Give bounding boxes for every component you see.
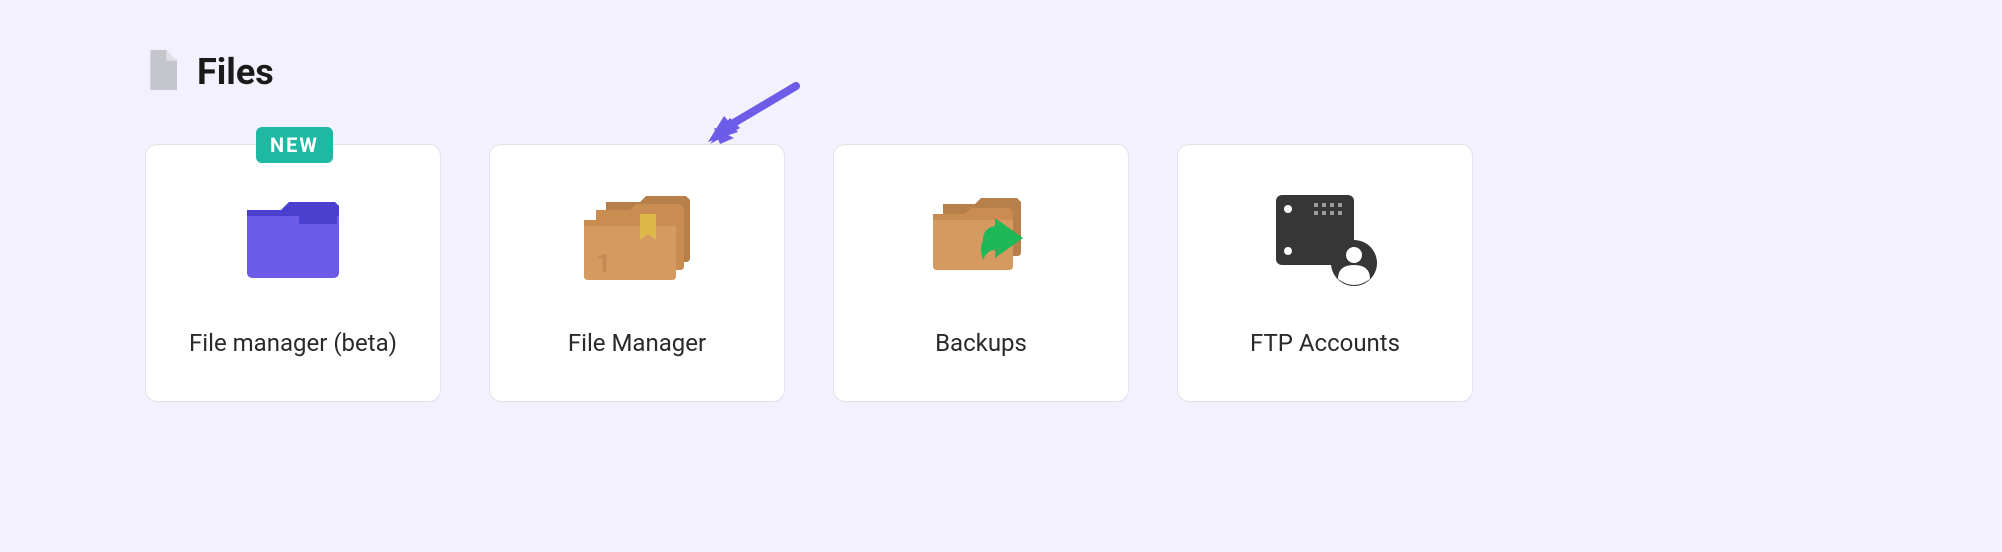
card-file-manager-beta[interactable]: NEW File manager (beta) (145, 144, 441, 402)
card-backups[interactable]: Backups (833, 144, 1129, 402)
card-label: File Manager (568, 329, 706, 357)
card-label: FTP Accounts (1250, 329, 1400, 357)
section-title: Files (197, 51, 274, 93)
cards-container: NEW File manager (beta) 1 File Manager (145, 144, 1857, 402)
folder-purple-icon (243, 189, 343, 289)
folder-backup-icon (929, 189, 1033, 289)
new-badge: NEW (256, 127, 333, 163)
section-header: Files (145, 50, 1857, 94)
card-file-manager[interactable]: 1 File Manager (489, 144, 785, 402)
file-icon (145, 50, 177, 94)
folder-brown-icon: 1 (582, 189, 692, 289)
card-ftp-accounts[interactable]: FTP Accounts (1177, 144, 1473, 402)
svg-text:1: 1 (596, 249, 611, 279)
card-label: Backups (935, 329, 1027, 357)
card-label: File manager (beta) (189, 329, 397, 357)
ftp-accounts-icon (1270, 189, 1380, 289)
